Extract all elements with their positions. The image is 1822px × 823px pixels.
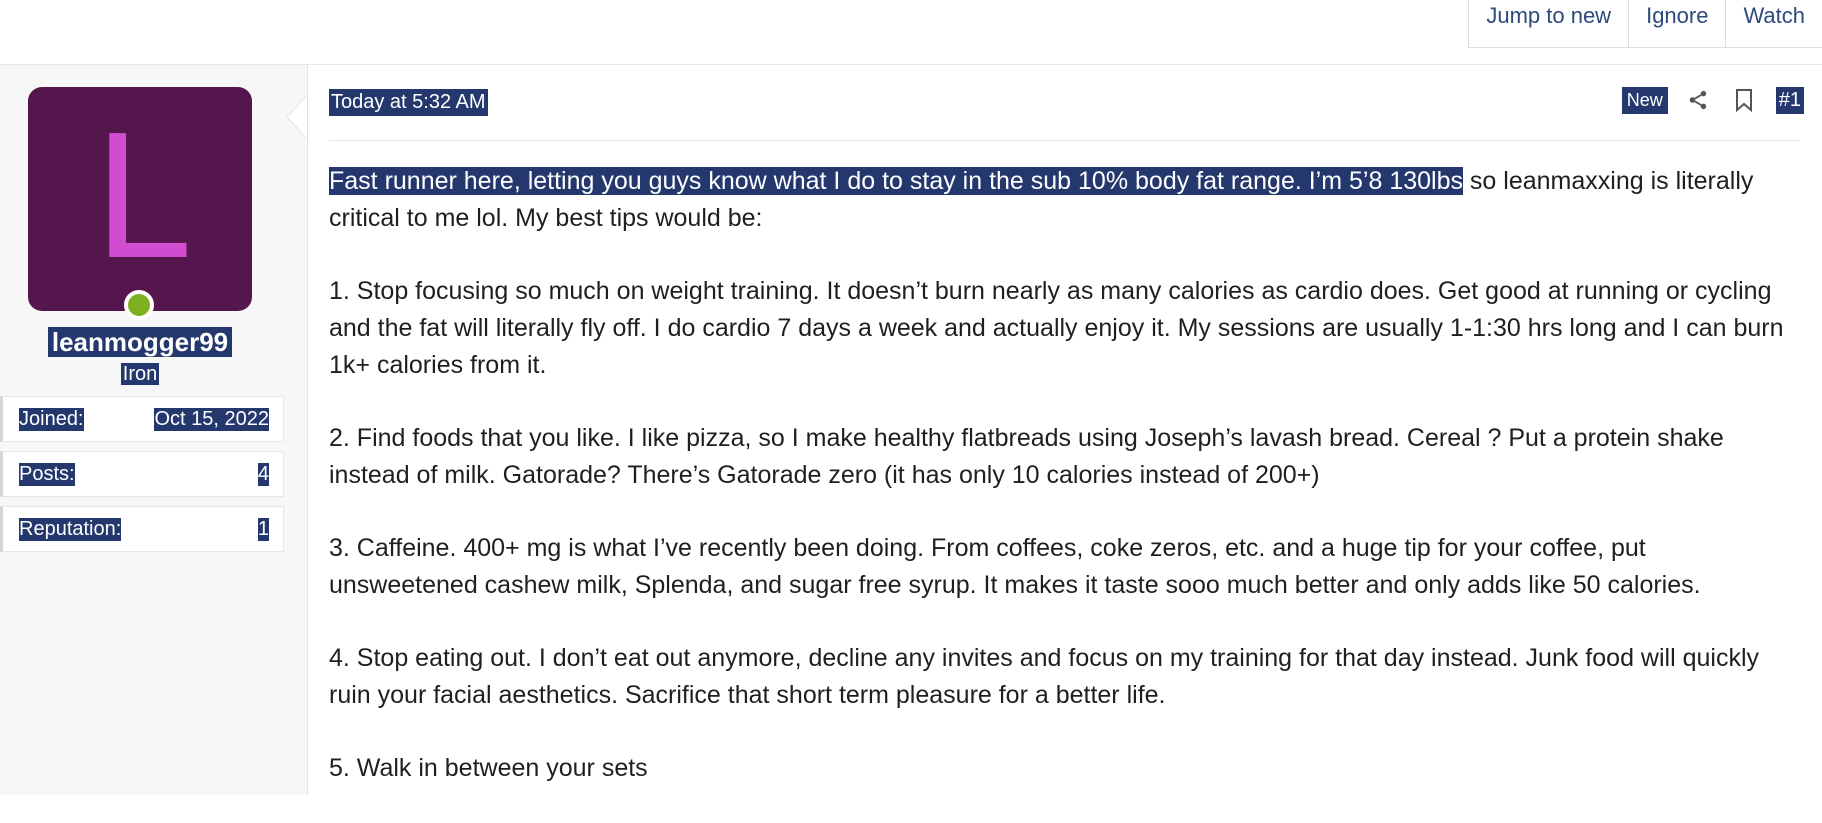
jump-to-new-button[interactable]: Jump to new: [1469, 0, 1630, 47]
username-link[interactable]: leanmogger99: [47, 327, 233, 357]
tip-4: 4. Stop eating out. I don’t eat out anym…: [329, 644, 1766, 709]
watch-button[interactable]: Watch: [1726, 0, 1822, 47]
stat-posts: Posts: 4: [0, 451, 284, 497]
bookmark-icon[interactable]: [1730, 86, 1758, 114]
new-badge: New: [1621, 86, 1668, 114]
ignore-button[interactable]: Ignore: [1629, 0, 1727, 47]
stat-reputation: Reputation: 1: [0, 506, 284, 552]
stat-posts-label: Posts:: [19, 463, 75, 486]
post-header-divider: [329, 140, 1800, 141]
thread-buttons: Jump to new Ignore Watch: [1468, 0, 1822, 48]
tip-5: 5. Walk in between your sets: [329, 754, 648, 782]
post-paragraph: Fast runner here, letting you guys know …: [329, 163, 1799, 237]
user-title-block: Iron: [0, 363, 280, 386]
post-number-link[interactable]: #1: [1775, 86, 1804, 114]
online-status-indicator: [124, 290, 154, 320]
tip-2: 2. Find foods that you like. I like pizz…: [329, 424, 1731, 489]
post-arrow: [286, 95, 307, 139]
stat-joined-value: Oct 15, 2022: [154, 408, 269, 431]
avatar[interactable]: L: [28, 87, 252, 311]
user-sidebar: L leanmogger99 Iron Joined: Oct 15, 2022…: [0, 65, 308, 795]
avatar-letter: L: [92, 100, 188, 298]
stat-joined: Joined: Oct 15, 2022: [0, 396, 284, 442]
tip-3: 3. Caffeine. 400+ mg is what I’ve recent…: [329, 534, 1701, 599]
tip-1: 1. Stop focusing so much on weight train…: [329, 277, 1791, 379]
stat-posts-value: 4: [257, 463, 269, 486]
username-block: leanmogger99: [0, 327, 280, 358]
post-date-link[interactable]: Today at 5:32 AM: [329, 89, 488, 116]
post-actions: New #1: [1621, 86, 1804, 114]
share-icon[interactable]: [1684, 86, 1712, 114]
user-title: Iron: [120, 363, 160, 385]
stat-reputation-label: Reputation:: [19, 518, 122, 541]
thread-action-bar: Jump to new Ignore Watch: [0, 0, 1822, 65]
selected-text: Fast runner here, letting you guys know …: [329, 167, 1463, 195]
stat-reputation-value: 1: [257, 518, 269, 541]
post-body: Fast runner here, letting you guys know …: [329, 163, 1799, 823]
stat-joined-label: Joined:: [19, 408, 84, 431]
